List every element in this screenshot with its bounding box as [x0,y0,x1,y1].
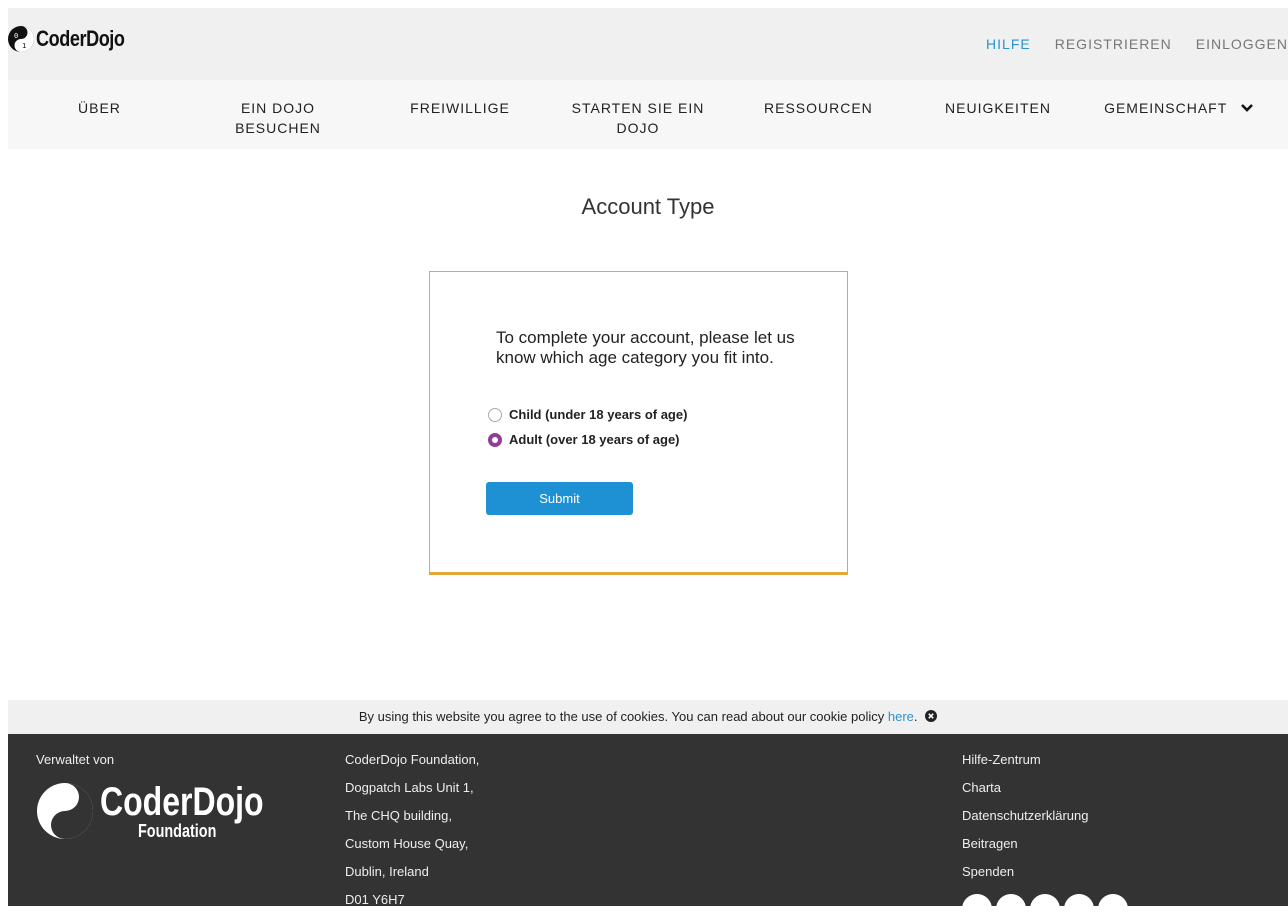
top-bar: 0 1 CoderDojo HILFE REGISTRIEREN EINLOGG… [8,8,1288,80]
nav-item-label: FREIWILLIGE [410,100,510,116]
nav-item-label: EIN DOJO BESUCHEN [235,100,321,136]
cookie-text: By using this website you agree to the u… [358,709,888,724]
address-line: D01 Y6H7 [345,892,405,907]
nav-item-label-line2: DOJO [616,120,660,136]
svg-text:1: 1 [66,819,74,835]
address-line: Dublin, Ireland [345,864,429,879]
coderdojo-foundation-logo-icon: 0 1 [37,783,93,839]
radio-child[interactable] [488,407,502,422]
option-child-label: Child (under 18 years of age) [509,407,688,422]
nav-item-label: RESSOURCEN [764,100,873,116]
nav-item-ueber[interactable]: ÜBER [78,98,121,118]
radio-adult[interactable] [488,432,502,447]
brand-name: CoderDojo [36,26,125,51]
nav-item-label: ÜBER [78,100,121,116]
footer-link-datenschutz[interactable]: Datenschutzerklärung [962,808,1088,836]
link-hilfe[interactable]: HILFE [986,36,1031,52]
footer-links: Hilfe-Zentrum Charta Datenschutzerklärun… [962,752,1088,892]
svg-text:0: 0 [14,32,18,40]
nav-item-label: GEMEINSCHAFT [1104,100,1228,116]
nav-item-label: NEUIGKEITEN [945,100,1051,116]
cookie-text-end: . [913,709,918,724]
social-icons [962,894,1128,924]
footer-link-spenden[interactable]: Spenden [962,864,1088,892]
nav-item-starten-sie-ein-dojo[interactable]: STARTEN SIE EIN DOJO [568,98,708,138]
nav-item-gemeinschaft[interactable]: GEMEINSCHAFT [1104,98,1254,118]
email-icon[interactable] [1098,894,1128,924]
linkedin-icon[interactable] [1064,894,1094,924]
footer-link-hilfe-zentrum[interactable]: Hilfe-Zentrum [962,752,1088,780]
coderdojo-logo-icon: 0 1 [8,26,34,52]
facebook-icon[interactable] [996,894,1026,924]
address-line: CoderDojo Foundation, [345,752,480,767]
brand-logo[interactable]: 0 1 CoderDojo [8,26,144,52]
option-adult[interactable]: Adult (over 18 years of age) [488,432,680,447]
option-adult-label: Adult (over 18 years of age) [509,432,680,447]
option-child[interactable]: Child (under 18 years of age) [488,407,687,422]
foundation-logo-line2: Foundation [138,821,217,841]
svg-text:1: 1 [22,42,26,50]
foundation-logo[interactable]: 0 1 CoderDojo Foundation [36,782,304,840]
nav-item-ein-dojo-besuchen[interactable]: EIN DOJO BESUCHEN [198,98,358,138]
footer-link-charta[interactable]: Charta [962,780,1088,808]
nav-item-neuigkeiten[interactable]: NEUIGKEITEN [944,98,1052,118]
nav-item-ressourcen[interactable]: RESSOURCEN [764,98,872,118]
account-type-card: To complete your account, please let us … [429,271,848,575]
nav-item-freiwillige[interactable]: FREIWILLIGE [410,98,510,118]
nav-item-label: STARTEN SIE EIN [571,100,705,116]
footer-link-beitragen[interactable]: Beitragen [962,836,1088,864]
google-plus-icon[interactable] [1030,894,1060,924]
main-nav: ÜBER EIN DOJO BESUCHEN FREIWILLIGE START… [8,80,1288,149]
chevron-down-icon [1241,104,1253,112]
address-line: Dogpatch Labs Unit 1, [345,780,474,795]
foundation-logo-line1: CoderDojo [100,780,264,824]
managed-by-label: Verwaltet von [36,752,115,767]
close-icon[interactable] [925,710,938,722]
cookie-policy-link[interactable]: here [888,709,914,724]
cookie-banner: By using this website you agree to the u… [8,700,1288,734]
svg-text:0: 0 [54,795,62,811]
submit-button[interactable]: Submit [486,482,633,515]
address-line: Custom House Quay, [345,836,469,851]
page: 0 1 CoderDojo HILFE REGISTRIEREN EINLOGG… [8,8,1288,924]
link-registrieren[interactable]: REGISTRIEREN [1055,36,1172,52]
link-einloggen[interactable]: EINLOGGEN [1196,36,1288,52]
page-title: Account Type [581,194,715,219]
foundation-address: CoderDojo Foundation, Dogpatch Labs Unit… [345,752,479,920]
twitter-icon[interactable] [962,894,992,924]
top-links: HILFE REGISTRIEREN EINLOGGEN [986,36,1288,52]
address-line: The CHQ building, [345,808,452,823]
account-type-prompt: To complete your account, please let us … [496,328,795,367]
footer: Verwaltet von 0 1 CoderDojo Foundation C… [8,734,1288,924]
